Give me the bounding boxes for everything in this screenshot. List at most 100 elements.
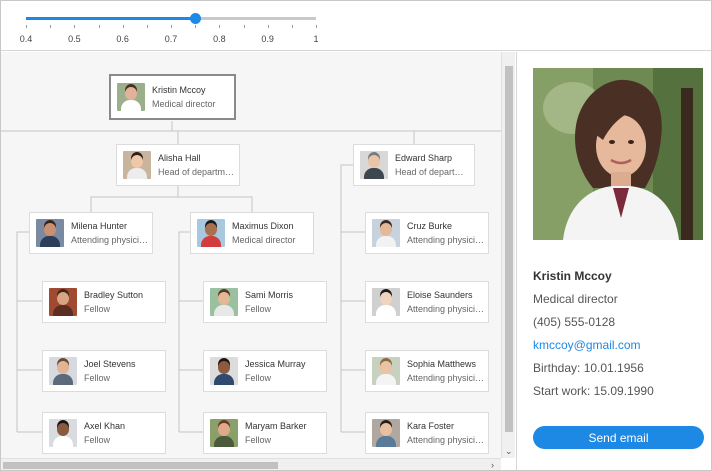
zoom-tick-label: 0.4	[19, 34, 33, 44]
employee-photo-image	[533, 68, 703, 240]
node-title: Head of department	[395, 166, 471, 177]
node-title: Fellow	[245, 303, 272, 314]
node-title: Attending physician	[71, 234, 149, 245]
details-name: Kristin Mccoy	[533, 269, 612, 283]
node-name: Maximus Dixon	[232, 220, 294, 231]
avatar	[36, 219, 64, 247]
avatar	[210, 357, 238, 385]
avatar	[117, 83, 145, 111]
org-node-sami[interactable]: Sami Morris Fellow	[203, 281, 327, 323]
node-title: Medical director	[152, 98, 216, 109]
zoom-tick-label: 0.7	[164, 34, 178, 44]
send-email-button[interactable]: Send email	[533, 426, 704, 449]
org-node-cruz[interactable]: Cruz Burke Attending physician	[365, 212, 489, 254]
zoom-tick	[98, 25, 100, 28]
node-title: Fellow	[84, 303, 111, 314]
avatar	[210, 419, 238, 447]
employee-photo	[533, 68, 703, 240]
connector-lines	[1, 121, 501, 433]
node-name: Milena Hunter	[71, 220, 128, 231]
avatar	[372, 219, 400, 247]
org-node-bradley[interactable]: Bradley Sutton Fellow	[42, 281, 166, 323]
avatar	[372, 357, 400, 385]
org-node-eloise[interactable]: Eloise Saunders Attending physician	[365, 281, 489, 323]
org-diagram[interactable]: Kristin Mccoy Medical director Alisha Hal…	[1, 52, 501, 458]
avatar	[49, 357, 77, 385]
zoom-tick-label: 0.6	[116, 34, 129, 44]
avatar	[210, 288, 238, 316]
org-node-kristin[interactable]: Kristin Mccoy Medical director	[109, 74, 236, 120]
node-name: Sophia Matthews	[407, 358, 477, 369]
zoom-slider-fill	[26, 17, 196, 20]
node-title: Fellow	[84, 372, 111, 383]
details-email-link[interactable]: kmccoy@gmail.com	[533, 338, 641, 352]
scroll-down-arrow-icon[interactable]: ⌄	[505, 446, 513, 456]
zoom-tick	[243, 25, 245, 28]
avatar	[372, 288, 400, 316]
node-name: Joel Stevens	[84, 358, 136, 369]
avatar	[49, 288, 77, 316]
zoom-toolbar: 0.4 0.5 0.6 0.7 0.8 0.9 1	[1, 1, 711, 51]
zoom-tick	[26, 25, 27, 28]
node-name: Kristin Mccoy	[152, 84, 206, 95]
employee-details-panel: Kristin Mccoy Medical director (405) 555…	[516, 52, 711, 470]
node-name: Edward Sharp	[395, 152, 453, 163]
node-title: Head of department	[158, 166, 236, 177]
node-title: Attending physician	[407, 372, 485, 383]
org-node-maryam[interactable]: Maryam Barker Fellow	[203, 412, 327, 454]
connector-root-bar	[1, 121, 501, 132]
avatar	[49, 419, 77, 447]
node-title: Fellow	[245, 372, 272, 383]
zoom-slider-thumb[interactable]	[190, 13, 202, 24]
node-name: Alisha Hall	[158, 152, 201, 163]
avatar	[197, 219, 225, 247]
org-node-joel[interactable]: Joel Stevens Fellow	[42, 350, 166, 392]
zoom-tick	[74, 25, 76, 28]
zoom-tick-label: 0.5	[68, 34, 81, 44]
org-node-jessica[interactable]: Jessica Murray Fellow	[203, 350, 327, 392]
node-title: Medical director	[232, 234, 296, 245]
scroll-right-arrow-icon[interactable]: ›	[491, 460, 494, 470]
org-node-kara[interactable]: Kara Foster Attending physician	[365, 412, 489, 454]
node-name: Bradley Sutton	[84, 289, 144, 300]
zoom-tick	[195, 25, 197, 28]
node-name: Axel Khan	[84, 420, 126, 431]
node-name: Eloise Saunders	[407, 289, 473, 300]
zoom-tick-label: 0.8	[213, 34, 226, 44]
zoom-tick	[171, 25, 172, 28]
avatar	[360, 151, 388, 179]
connector-milena-children	[16, 231, 42, 433]
node-name: Jessica Murray	[245, 358, 306, 369]
vertical-scrollbar-thumb[interactable]	[505, 66, 513, 432]
details-birthday: Birthday: 10.01.1956	[533, 361, 644, 375]
avatar	[123, 151, 151, 179]
org-node-sophia[interactable]: Sophia Matthews Attending physician	[365, 350, 489, 392]
connector-maximus-children	[178, 231, 203, 433]
zoom-tick	[316, 25, 317, 28]
zoom-tick	[291, 25, 293, 28]
connector-edward-children	[340, 232, 365, 433]
node-title: Fellow	[245, 434, 272, 445]
org-node-edward[interactable]: Edward Sharp Head of department	[353, 144, 475, 186]
org-node-alisha[interactable]: Alisha Hall Head of department	[116, 144, 240, 186]
horizontal-scrollbar-thumb[interactable]	[3, 462, 278, 469]
zoom-tick	[50, 25, 52, 28]
zoom-slider[interactable]	[26, 17, 316, 20]
node-name: Kara Foster	[407, 420, 455, 431]
horizontal-scrollbar[interactable]: ›	[1, 458, 501, 470]
vertical-scrollbar[interactable]: ⌄	[501, 52, 515, 458]
org-node-axel[interactable]: Axel Khan Fellow	[42, 412, 166, 454]
node-title: Attending physician	[407, 434, 485, 445]
org-node-maximus[interactable]: Maximus Dixon Medical director	[190, 212, 314, 254]
zoom-tick-label: 1	[313, 34, 319, 44]
zoom-tick	[267, 25, 269, 28]
details-title: Medical director	[533, 292, 618, 306]
node-title: Attending physician	[407, 303, 485, 314]
org-node-milena[interactable]: Milena Hunter Attending physician	[29, 212, 153, 254]
org-chart-app: 0.4 0.5 0.6 0.7 0.8 0.9 1 Kristin Mccoy …	[0, 0, 712, 471]
connector-alisha-children	[90, 184, 253, 212]
details-start-work: Start work: 15.09.1990	[533, 384, 654, 398]
zoom-tick-label: 0.9	[261, 34, 274, 44]
zoom-tick	[219, 25, 221, 28]
node-name: Maryam Barker	[245, 420, 307, 431]
